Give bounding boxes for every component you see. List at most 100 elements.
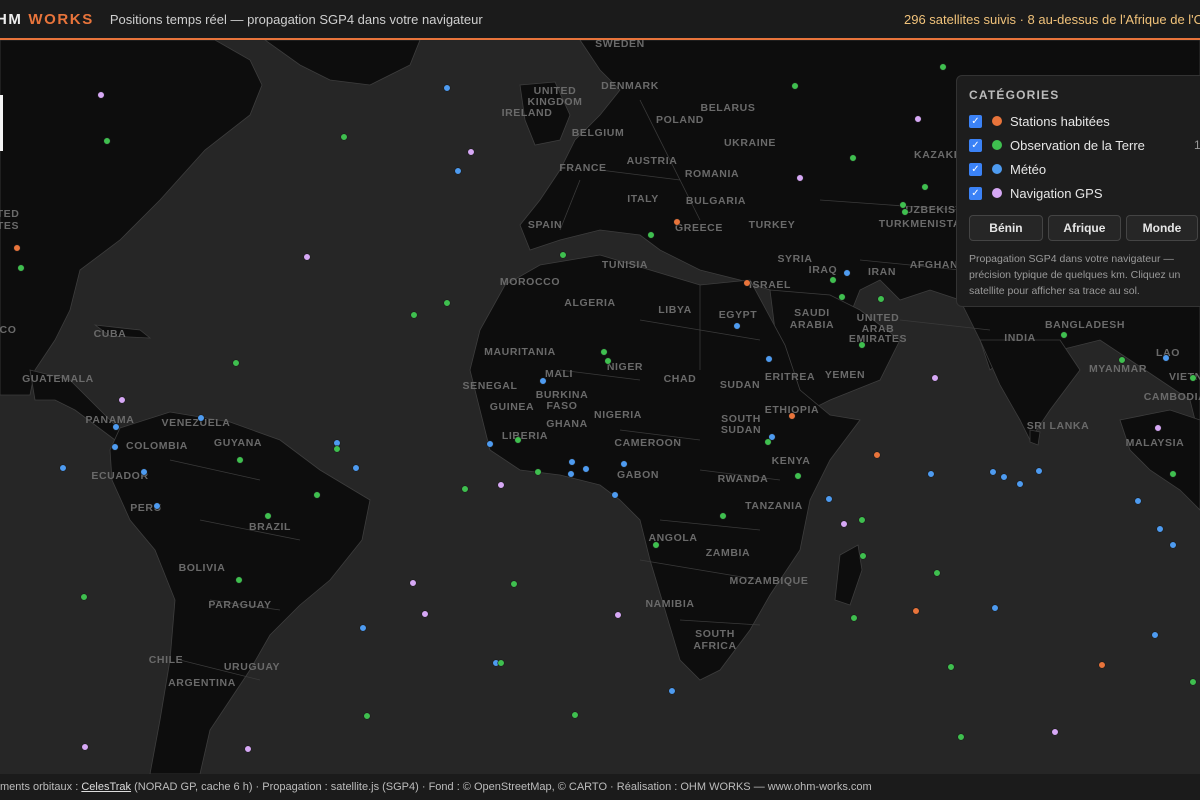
category-earth-observation[interactable]: ✓ Observation de la Terre 1 — [969, 133, 1200, 157]
satellite-marker[interactable] — [140, 468, 148, 476]
satellite-marker[interactable] — [454, 167, 462, 175]
satellite-marker[interactable] — [877, 295, 885, 303]
satellite-marker[interactable] — [333, 445, 341, 453]
satellite-marker[interactable] — [850, 614, 858, 622]
satellite-marker[interactable] — [352, 464, 360, 472]
africa-button[interactable]: Afrique — [1047, 215, 1121, 241]
satellite-marker[interactable] — [567, 470, 575, 478]
satellite-marker[interactable] — [719, 512, 727, 520]
celestrak-link[interactable]: CelesTrak — [81, 781, 131, 793]
satellite-marker[interactable] — [914, 115, 922, 123]
satellite-marker[interactable] — [1035, 467, 1043, 475]
satellite-marker[interactable] — [1151, 631, 1159, 639]
checkbox-checked-icon[interactable]: ✓ — [969, 186, 982, 200]
checkbox-checked-icon[interactable]: ✓ — [969, 162, 982, 176]
satellite-marker[interactable] — [1169, 541, 1177, 549]
category-crewed-stations[interactable]: ✓ Stations habitées — [969, 109, 1200, 133]
satellite-marker[interactable] — [957, 733, 965, 741]
satellite-marker[interactable] — [873, 451, 881, 459]
satellite-marker[interactable] — [939, 63, 947, 71]
satellite-marker[interactable] — [363, 712, 371, 720]
satellite-marker[interactable] — [497, 659, 505, 667]
satellite-marker[interactable] — [443, 299, 451, 307]
benin-button[interactable]: Bénin — [969, 215, 1043, 241]
satellite-marker[interactable] — [1051, 728, 1059, 736]
satellite-marker[interactable] — [1134, 497, 1142, 505]
satellite-marker[interactable] — [571, 711, 579, 719]
satellite-marker[interactable] — [112, 423, 120, 431]
satellite-marker[interactable] — [604, 357, 612, 365]
satellite-marker[interactable] — [829, 276, 837, 284]
satellite-marker[interactable] — [1098, 661, 1106, 669]
satellite-marker[interactable] — [764, 438, 772, 446]
satellite-marker[interactable] — [97, 91, 105, 99]
satellite-marker[interactable] — [1118, 356, 1126, 364]
satellite-marker[interactable] — [410, 311, 418, 319]
satellite-marker[interactable] — [103, 137, 111, 145]
satellite-marker[interactable] — [539, 377, 547, 385]
satellite-marker[interactable] — [733, 322, 741, 330]
satellite-marker[interactable] — [153, 502, 161, 510]
satellite-marker[interactable] — [443, 84, 451, 92]
satellite-marker[interactable] — [668, 687, 676, 695]
satellite-marker[interactable] — [1016, 480, 1024, 488]
satellite-marker[interactable] — [13, 244, 21, 252]
satellite-marker[interactable] — [840, 520, 848, 528]
satellite-marker[interactable] — [859, 552, 867, 560]
satellite-marker[interactable] — [236, 456, 244, 464]
satellite-marker[interactable] — [461, 485, 469, 493]
satellite-marker[interactable] — [303, 253, 311, 261]
satellite-marker[interactable] — [235, 576, 243, 584]
satellite-marker[interactable] — [931, 374, 939, 382]
satellite-marker[interactable] — [1154, 424, 1162, 432]
satellite-marker[interactable] — [510, 580, 518, 588]
satellite-marker[interactable] — [1156, 525, 1164, 533]
satellite-marker[interactable] — [568, 458, 576, 466]
satellite-marker[interactable] — [921, 183, 929, 191]
satellite-marker[interactable] — [620, 460, 628, 468]
satellite-marker[interactable] — [1060, 331, 1068, 339]
satellite-marker[interactable] — [111, 443, 119, 451]
satellite-marker[interactable] — [858, 341, 866, 349]
satellite-marker[interactable] — [80, 593, 88, 601]
satellite-marker[interactable] — [467, 148, 475, 156]
satellite-marker[interactable] — [514, 436, 522, 444]
satellite-marker[interactable] — [497, 481, 505, 489]
satellite-marker[interactable] — [244, 745, 252, 753]
satellite-marker[interactable] — [313, 491, 321, 499]
satellite-marker[interactable] — [1189, 678, 1197, 686]
satellite-marker[interactable] — [421, 610, 429, 618]
satellite-marker[interactable] — [652, 541, 660, 549]
satellite-marker[interactable] — [858, 516, 866, 524]
satellite-marker[interactable] — [232, 359, 240, 367]
satellite-marker[interactable] — [81, 743, 89, 751]
category-gps-navigation[interactable]: ✓ Navigation GPS — [969, 181, 1200, 205]
satellite-marker[interactable] — [340, 133, 348, 141]
satellite-marker[interactable] — [534, 468, 542, 476]
satellite-marker[interactable] — [843, 269, 851, 277]
checkbox-checked-icon[interactable]: ✓ — [969, 138, 982, 152]
satellite-marker[interactable] — [486, 440, 494, 448]
satellite-marker[interactable] — [849, 154, 857, 162]
satellite-marker[interactable] — [933, 569, 941, 577]
satellite-marker[interactable] — [899, 201, 907, 209]
zoom-control[interactable] — [0, 95, 3, 151]
satellite-marker[interactable] — [825, 495, 833, 503]
satellite-marker[interactable] — [791, 82, 799, 90]
satellite-marker[interactable] — [912, 607, 920, 615]
satellite-marker[interactable] — [673, 218, 681, 226]
satellite-marker[interactable] — [359, 624, 367, 632]
satellite-marker[interactable] — [647, 231, 655, 239]
satellite-marker[interactable] — [611, 491, 619, 499]
satellite-marker[interactable] — [197, 414, 205, 422]
satellite-marker[interactable] — [1169, 470, 1177, 478]
satellite-marker[interactable] — [1189, 374, 1197, 382]
satellite-marker[interactable] — [991, 604, 999, 612]
satellite-marker[interactable] — [559, 251, 567, 259]
satellite-marker[interactable] — [901, 208, 909, 216]
satellite-marker[interactable] — [1000, 473, 1008, 481]
brand-logo[interactable]: HM WORKS — [0, 11, 94, 28]
satellite-marker[interactable] — [582, 465, 590, 473]
satellite-marker[interactable] — [947, 663, 955, 671]
category-weather[interactable]: ✓ Météo — [969, 157, 1200, 181]
